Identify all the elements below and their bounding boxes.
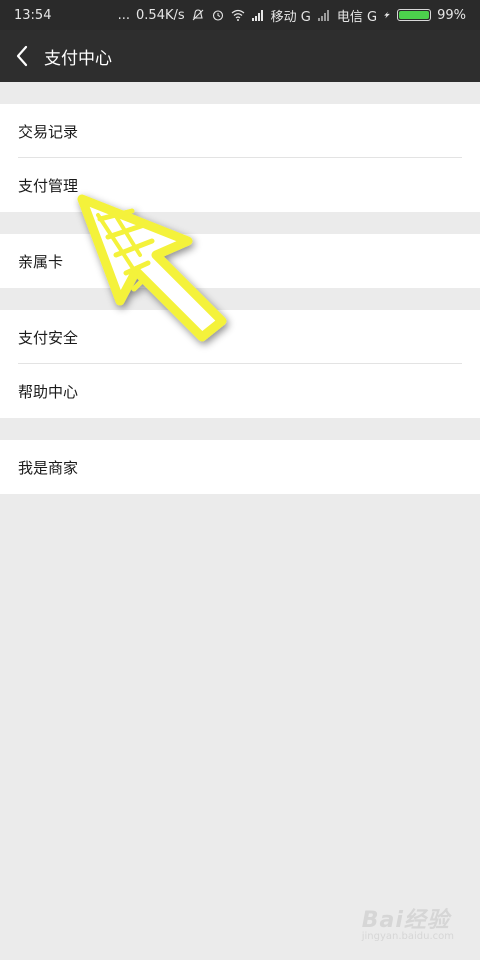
menu-item-label: 交易记录	[18, 122, 79, 141]
network-speed: 0.54K/s	[136, 7, 185, 23]
menu-list: 交易记录 支付管理 亲属卡 支付安全 帮助中心 我是商家	[0, 82, 480, 494]
menu-item-label: 支付管理	[18, 176, 79, 195]
menu-item-label: 我是商家	[18, 458, 79, 477]
charging-icon	[384, 11, 390, 19]
menu-group: 我是商家	[0, 440, 480, 494]
status-right: ... 0.54K/s 移动 G 电信 G 99%	[118, 6, 466, 25]
bell-off-icon	[192, 9, 204, 21]
battery-icon	[397, 9, 432, 21]
carrier-1: 移动 G	[270, 9, 311, 25]
menu-item-merchant[interactable]: 我是商家	[0, 440, 480, 494]
watermark-sub: jingyan.baidu.com	[361, 931, 454, 942]
menu-item-transaction-records[interactable]: 交易记录	[0, 104, 480, 158]
menu-item-label: 亲属卡	[18, 252, 64, 271]
nav-bar: 支付中心	[0, 30, 480, 82]
chevron-left-icon	[16, 45, 28, 67]
status-dots: ...	[117, 7, 131, 23]
menu-group: 支付安全 帮助中心	[0, 310, 480, 418]
watermark-brand: Bai经验	[361, 908, 450, 933]
carrier-2: 电信 G	[336, 9, 378, 25]
menu-item-help-center[interactable]: 帮助中心	[0, 364, 480, 418]
menu-group: 交易记录 支付管理	[0, 104, 480, 212]
page-title: 支付中心	[44, 48, 112, 69]
signal-icon	[317, 10, 329, 21]
alarm-icon	[212, 10, 223, 21]
menu-item-family-card[interactable]: 亲属卡	[0, 234, 480, 288]
battery-percent: 99%	[437, 7, 466, 23]
menu-item-payment-management[interactable]: 支付管理	[0, 158, 480, 212]
menu-item-label: 帮助中心	[18, 382, 79, 401]
status-bar: 13:54 ... 0.54K/s 移动 G 电信 G 99%	[0, 0, 480, 30]
watermark-logo: Bai经验 jingyan.baidu.com	[362, 902, 454, 942]
back-button[interactable]	[2, 30, 42, 82]
wifi-icon	[231, 9, 245, 21]
signal-icon	[251, 10, 263, 21]
menu-item-payment-security[interactable]: 支付安全	[0, 310, 480, 364]
menu-item-label: 支付安全	[18, 328, 79, 347]
battery-fill	[399, 11, 429, 19]
menu-group: 亲属卡	[0, 234, 480, 288]
status-time: 13:54	[14, 7, 52, 23]
